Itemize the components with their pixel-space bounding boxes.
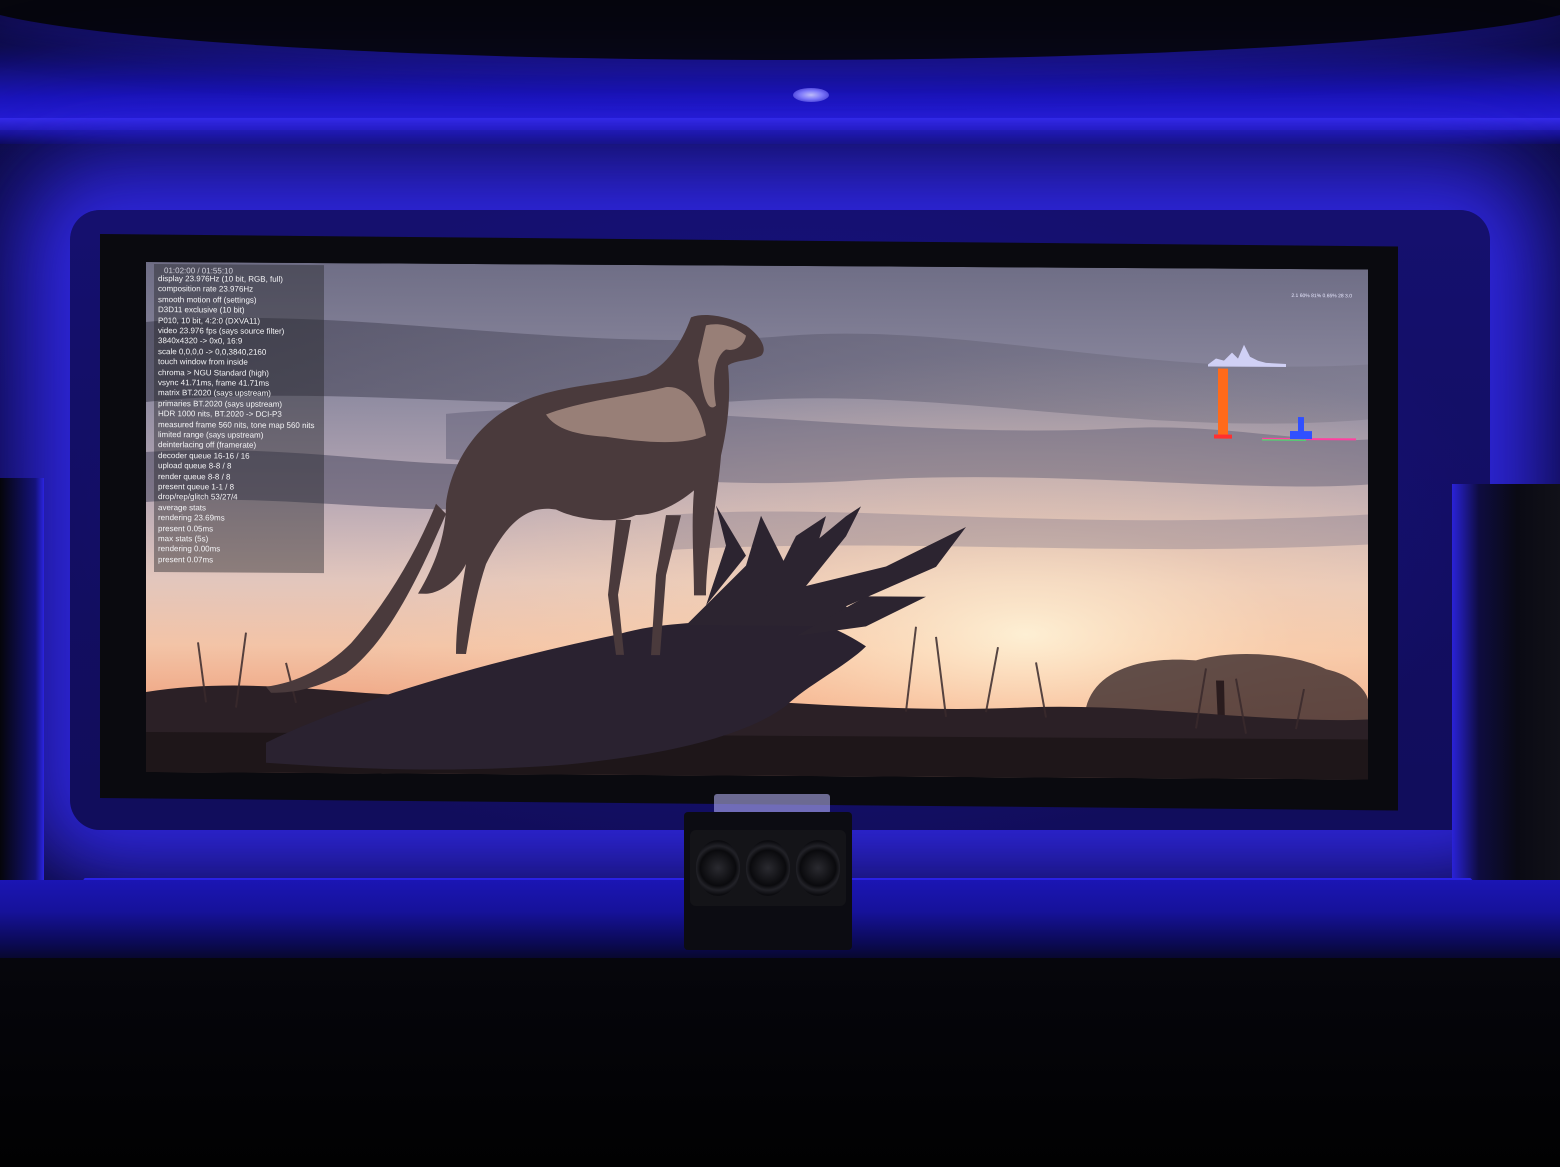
remote-control [714,794,830,814]
osd-line: HDR 1000 nits, BT.2020 -> DCI-P3 [158,409,282,420]
osd-line: deinterlacing off (framerate) [158,440,257,451]
histogram-overlay [1208,344,1356,441]
osd-line: drop/rep/glitch 53/27/4 [158,492,238,502]
left-speaker [0,478,44,888]
osd-line: present queue 1-1 / 8 [158,482,235,492]
home-theater-room: 01:02:00 / 01:55:10 display 23.976Hz (10… [0,0,1560,1167]
rgb-histogram-blue-base [1290,430,1312,440]
osd-line: video 23.976 fps (says source filter) [158,326,285,336]
osd-line: rendering 23.69ms [158,513,225,523]
osd-line: present 0.07ms [158,554,214,565]
osd-line: display 23.976Hz (10 bit, RGB, full) [158,274,283,284]
osd-line: average stats [158,502,207,513]
soffit-light-strip [0,118,1560,144]
ceiling-downlight [793,88,829,102]
osd-line: composition rate 23.976Hz [158,284,254,295]
osd-line: matrix BT.2020 (says upstream) [158,388,271,399]
cheetah-sunset-image [146,262,1368,780]
speaker-driver-right [796,840,840,896]
osd-line: limited range (says upstream) [158,430,264,440]
osd-line: decoder queue 16-16 / 16 [158,450,250,461]
brightness-bar [1218,368,1228,439]
brightness-bar-base [1214,434,1232,439]
speaker-driver-center [746,840,790,896]
osd-line: vsync 41.71ms, frame 41.71ms [158,378,270,388]
osd-line: present 0.05ms [158,523,214,534]
luma-histogram [1208,344,1286,367]
projection-screen: 01:02:00 / 01:55:10 display 23.976Hz (10… [146,262,1368,780]
osd-line: chroma > NGU Standard (high) [158,367,269,378]
osd-line: smooth motion off (settings) [158,294,257,305]
speaker-driver-left [696,840,740,896]
osd-stats-topright: 2.1 60% 81% 0.65% 28 3.0 [1291,292,1352,300]
speaker-grille [690,830,846,906]
osd-line: primaries BT.2020 (says upstream) [158,398,283,409]
osd-line: P010, 10 bit, 4:2:0 (DXVA11) [158,315,260,326]
madvr-osd-panel: 01:02:00 / 01:55:10 display 23.976Hz (10… [154,264,324,574]
osd-line: render queue 8-8 / 8 [158,471,231,482]
right-speaker [1452,484,1560,904]
osd-line: D3D11 exclusive (10 bit) [158,305,245,315]
center-channel-speaker [684,812,852,950]
osd-line: scale 0,0,0,0 -> 0,0,3840,2160 [158,346,267,357]
osd-line: rendering 0.00ms [158,544,221,554]
osd-line: max stats (5s) [158,534,209,544]
osd-line: touch window from inside [158,357,248,367]
osd-line: 3840x4320 -> 0x0, 16:9 [158,336,243,346]
osd-line: upload queue 8-8 / 8 [158,461,232,471]
floor [0,958,1560,1167]
